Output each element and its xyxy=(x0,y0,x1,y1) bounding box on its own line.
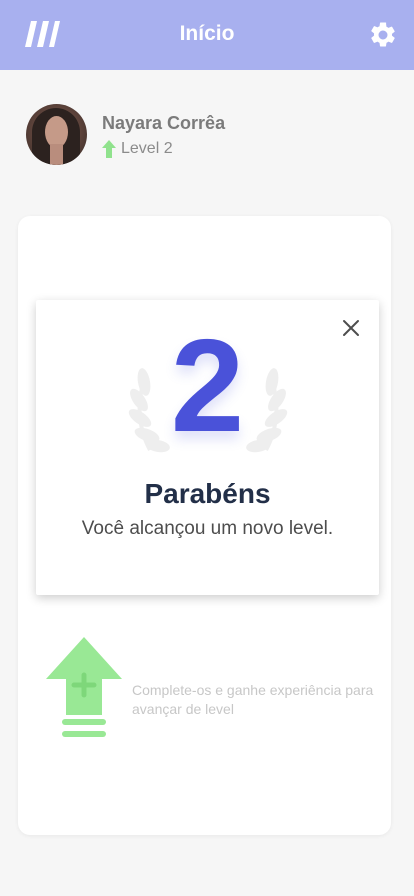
avatar[interactable] xyxy=(26,104,87,165)
level-up-modal: 2 Parabéns Você alcançou um novo level. xyxy=(36,300,379,595)
level-label: Level 2 xyxy=(121,140,173,157)
level-up-hint-icon xyxy=(46,637,122,737)
level-up-arrow-icon xyxy=(102,140,116,158)
avatar-neck xyxy=(50,144,63,165)
app-header: Início xyxy=(0,0,414,70)
modal-title: Parabéns xyxy=(144,478,271,509)
gear-icon[interactable] xyxy=(368,20,398,50)
modal-subtitle: Você alcançou um novo level. xyxy=(81,518,334,539)
page-title: Início xyxy=(179,22,235,45)
profile-name: Nayara Corrêa xyxy=(102,113,226,133)
level-number: 2 xyxy=(170,312,245,459)
hint-text: Complete-os e ganhe experiência para ava… xyxy=(132,682,374,717)
profile-level: Level 2 xyxy=(102,140,173,158)
